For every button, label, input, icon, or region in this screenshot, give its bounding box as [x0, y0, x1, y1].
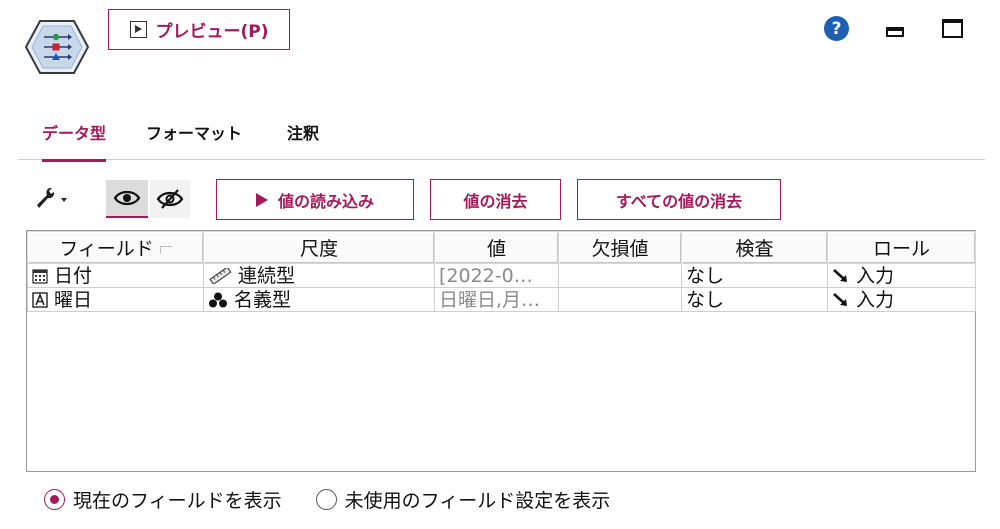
field-name: 日付 — [54, 264, 93, 287]
clear-values-label: 値の消去 — [463, 191, 528, 211]
input-arrow-icon — [833, 269, 847, 282]
column-header-field[interactable]: フィールド — [27, 231, 204, 264]
calendar-icon — [32, 269, 48, 284]
minimize-icon[interactable] — [886, 27, 904, 37]
values-cell[interactable]: [2022-0… — [434, 263, 559, 288]
table-header-row: フィールド 尺度 値 欠損値 検査 ロール — [27, 231, 976, 264]
clear-all-values-button[interactable]: すべての値の消去 — [577, 179, 781, 220]
show-current-fields-radio[interactable]: 現在のフィールドを表示 — [44, 486, 282, 513]
check-cell[interactable]: なし — [681, 263, 828, 288]
field-type-table: フィールド 尺度 値 欠損値 検査 ロール 日付 連続型 [2022-0… なし… — [26, 230, 976, 472]
input-arrow-icon — [833, 293, 847, 306]
column-header-check[interactable]: 検査 — [681, 231, 828, 264]
check-cell[interactable]: なし — [681, 287, 828, 312]
column-header-values[interactable]: 値 — [434, 231, 559, 264]
missing-cell[interactable] — [558, 263, 682, 288]
field-display-options: 現在のフィールドを表示 未使用のフィールド設定を表示 — [44, 486, 610, 513]
radio-unchecked-icon[interactable] — [315, 489, 337, 510]
show-unused-fields-label: 未使用のフィールド設定を表示 — [344, 490, 611, 512]
role-name: 入力 — [856, 288, 895, 311]
field-name: 曜日 — [54, 288, 93, 311]
measure-cell[interactable]: 連続型 — [203, 263, 435, 288]
tab-data-type[interactable]: データ型 — [42, 120, 107, 162]
show-fields-toggle[interactable] — [106, 180, 148, 218]
clear-values-button[interactable]: 値の消去 — [430, 179, 561, 220]
preview-button-label: プレビュー(P) — [155, 22, 269, 42]
column-header-field-label: フィールド — [59, 238, 154, 260]
role-name: 入力 — [856, 264, 895, 287]
show-unused-fields-radio[interactable]: 未使用のフィールド設定を表示 — [315, 486, 611, 513]
column-header-role[interactable]: ロール — [827, 231, 976, 264]
show-current-fields-label: 現在のフィールドを表示 — [73, 490, 282, 512]
radio-checked-icon[interactable] — [44, 489, 65, 510]
tab-format[interactable]: フォーマット — [146, 120, 242, 159]
play-icon — [255, 192, 268, 207]
column-header-missing[interactable]: 欠損値 — [558, 231, 682, 264]
read-values-button[interactable]: 値の読み込み — [216, 179, 414, 220]
sort-indicator-icon — [159, 245, 172, 254]
table-row[interactable]: 日付 連続型 [2022-0… なし 入力 — [27, 263, 976, 288]
hide-fields-toggle[interactable] — [150, 180, 190, 218]
column-header-measure[interactable]: 尺度 — [203, 231, 435, 264]
measure-cell[interactable]: 名義型 — [203, 287, 435, 312]
tab-annotations[interactable]: 注釈 — [287, 120, 319, 159]
preview-icon — [129, 21, 147, 38]
field-cell[interactable]: 日付 — [27, 263, 204, 288]
values-cell[interactable]: 日曜日,月… — [434, 287, 559, 312]
nominal-icon — [209, 292, 227, 308]
type-node-icon — [24, 20, 90, 74]
wrench-menu-icon[interactable] — [34, 186, 74, 212]
help-icon-glyph: ? — [831, 18, 842, 39]
string-type-icon — [32, 292, 48, 308]
help-icon[interactable]: ? — [824, 16, 849, 41]
measure-name: 連続型 — [238, 264, 296, 287]
read-values-label: 値の読み込み — [277, 191, 374, 211]
measure-name: 名義型 — [234, 288, 292, 311]
table-row[interactable]: 曜日 名義型 日曜日,月… なし 入力 — [27, 287, 976, 312]
ruler-icon — [209, 268, 232, 284]
preview-button[interactable]: プレビュー(P) — [108, 9, 290, 50]
maximize-icon[interactable] — [942, 19, 963, 38]
missing-cell[interactable] — [558, 287, 682, 312]
eye-icon — [113, 190, 141, 206]
tab-bar: データ型 フォーマット 注釈 — [18, 105, 985, 162]
clear-all-values-label: すべての値の消去 — [615, 191, 743, 211]
role-cell[interactable]: 入力 — [827, 263, 976, 288]
field-cell[interactable]: 曜日 — [27, 287, 204, 312]
eye-off-icon — [156, 189, 184, 209]
role-cell[interactable]: 入力 — [827, 287, 976, 312]
